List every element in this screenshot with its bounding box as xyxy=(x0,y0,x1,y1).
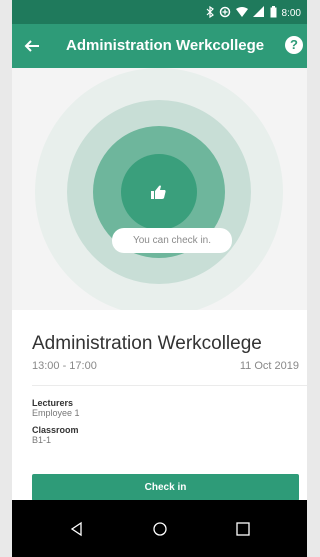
help-icon[interactable]: ? xyxy=(285,36,303,54)
nav-back-icon[interactable] xyxy=(68,520,86,538)
classroom-label: Classroom xyxy=(32,425,79,435)
checkin-button[interactable]: Check in xyxy=(32,474,299,501)
battery-icon xyxy=(270,6,277,22)
course-title: Administration Werkcollege xyxy=(32,333,262,354)
app-frame: 8:00 Administration Werkcollege ? You ca… xyxy=(12,0,307,557)
page-title: Administration Werkcollege xyxy=(66,37,265,54)
classroom-value: B1-1 xyxy=(32,435,52,445)
nav-home-icon[interactable] xyxy=(151,520,169,538)
course-date: 11 Oct 2019 xyxy=(239,360,299,372)
signal-icon xyxy=(252,6,265,22)
wifi-icon xyxy=(235,6,248,22)
app-bar: Administration Werkcollege ? xyxy=(12,24,307,68)
status-icons: 8:00 xyxy=(206,5,301,22)
system-navigation-bar xyxy=(12,500,307,557)
course-time: 13:00 - 17:00 xyxy=(32,360,97,372)
divider xyxy=(32,385,307,386)
back-arrow-icon[interactable] xyxy=(20,34,44,58)
lecturers-value: Employee 1 xyxy=(32,408,80,418)
status-time: 8:00 xyxy=(281,8,301,19)
bluetooth-icon xyxy=(206,5,214,22)
checkin-status-area: You can check in. xyxy=(12,68,307,310)
lecturers-label: Lecturers xyxy=(32,398,74,408)
course-card: Administration Werkcollege 13:00 - 17:00… xyxy=(12,310,307,501)
status-rings xyxy=(35,68,283,310)
checkin-message: You can check in. xyxy=(112,228,232,253)
data-saver-icon xyxy=(219,6,231,22)
status-bar: 8:00 xyxy=(12,0,307,24)
nav-recents-icon[interactable] xyxy=(234,520,252,538)
